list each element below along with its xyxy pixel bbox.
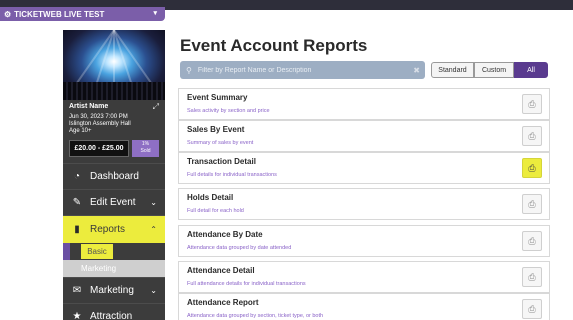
pencil-icon: ✎ <box>72 197 82 208</box>
clear-icon[interactable]: ✖ <box>413 66 420 75</box>
print-icon: ⎙ <box>528 130 536 141</box>
event-age: Age 10+ <box>69 128 92 134</box>
report-description: Full detail for each hold <box>187 208 244 214</box>
venue-selector-label: TICKETWEB LIVE TEST <box>14 9 105 19</box>
filter-standard[interactable]: Standard <box>431 62 474 78</box>
report-row[interactable]: Sales By Event Summary of sales by event ⎙ <box>178 120 550 152</box>
report-name[interactable]: Sales By Event <box>187 125 244 134</box>
sold-percentage: 1% <box>141 141 150 147</box>
report-run-button[interactable]: ⎙ <box>522 267 542 287</box>
report-description: Full attendance details for individual t… <box>187 281 306 287</box>
gear-icon: ⚙ <box>4 9 12 19</box>
report-row[interactable]: Attendance Report Attendance data grouped… <box>178 293 550 320</box>
report-run-button[interactable]: ⎙ <box>522 194 542 214</box>
event-date: Jun 30, 2023 7:00 PM <box>69 114 128 120</box>
nav-edit-event-label: Edit Event <box>90 197 136 208</box>
report-run-button[interactable]: ⎙ <box>522 126 542 146</box>
print-icon: ⎙ <box>528 271 536 282</box>
nav-dashboard-label: Dashboard <box>90 171 139 182</box>
report-run-button[interactable]: ⎙ <box>522 299 542 319</box>
sold-label: Sold <box>140 148 151 154</box>
report-name[interactable]: Attendance Detail <box>187 266 255 275</box>
nav-attraction-label: Attraction <box>90 311 133 320</box>
sidebar: Artist Name ⤢ Jun 30, 2023 7:00 PM Islin… <box>63 30 165 320</box>
print-icon: ⎙ <box>528 98 536 109</box>
nav-edit-event[interactable]: ✎ Edit Event ⌄ <box>63 189 165 215</box>
search-input[interactable] <box>197 66 398 74</box>
nav-dashboard[interactable]: ◔ Dashboard <box>63 163 165 189</box>
report-description: Attendance data grouped by date attended <box>187 245 292 251</box>
chevron-icon: ⌄ <box>150 286 157 295</box>
report-description: Attendance data grouped by section, tick… <box>187 313 324 319</box>
print-icon: ⎙ <box>528 235 536 246</box>
event-venue: Islington Assembly Hall <box>69 121 131 127</box>
print-icon: ⎙ <box>528 162 536 173</box>
report-row[interactable]: Event Summary Sales activity by section a… <box>178 88 550 120</box>
chevron-down-icon: ▾ <box>153 10 157 17</box>
report-name[interactable]: Attendance Report <box>187 298 259 307</box>
nav-reports-basic[interactable]: Basic <box>81 244 113 259</box>
report-name[interactable]: Attendance By Date <box>187 230 263 239</box>
report-run-button[interactable]: ⎙ <box>522 94 542 114</box>
print-icon: ⎙ <box>528 303 536 314</box>
search-bar: ⚲ ✖ <box>180 61 425 79</box>
artist-name: Artist Name <box>69 103 109 110</box>
print-icon: ⎙ <box>528 198 536 209</box>
filter-custom[interactable]: Custom <box>474 62 514 78</box>
report-name[interactable]: Holds Detail <box>187 193 233 202</box>
bar-chart-icon: ▮ <box>74 224 80 235</box>
star-icon: ★ <box>72 311 82 320</box>
report-description: Full details for individual transactions <box>187 172 277 178</box>
report-run-button[interactable]: ⎙ <box>522 231 542 251</box>
search-icon: ⚲ <box>186 65 192 75</box>
report-description: Sales activity by section and price <box>187 108 270 114</box>
filter-all[interactable]: All <box>514 62 548 78</box>
report-description: Summary of sales by event <box>187 140 254 146</box>
nav-attraction[interactable]: ★ Attraction <box>63 303 165 320</box>
nav-reports[interactable]: ▮ Reports ⌃ <box>63 215 165 243</box>
report-row[interactable]: Transaction Detail Full details for indiv… <box>178 152 550 184</box>
report-row[interactable]: Holds Detail Full detail for each hold ⎙ <box>178 188 550 220</box>
chevron-icon: ⌄ <box>150 198 157 207</box>
nav-reports-label: Reports <box>90 224 126 235</box>
page-title: Event Account Reports <box>180 36 368 55</box>
envelope-icon: ✉ <box>72 285 82 296</box>
sold-badge: 1% Sold <box>132 140 159 157</box>
report-row[interactable]: Attendance By Date Attendance data groupe… <box>178 225 550 257</box>
nav-marketing[interactable]: ✉ Marketing ⌄ <box>63 277 165 303</box>
report-name[interactable]: Event Summary <box>187 93 247 102</box>
report-run-button[interactable]: ⎙ <box>522 158 542 178</box>
dashboard-icon: ◔ <box>73 171 81 182</box>
venue-selector[interactable]: ⚙ TICKETWEB LIVE TEST ▾ <box>0 7 165 21</box>
price-range: £20.00 - £25.00 <box>69 140 129 157</box>
report-name[interactable]: Transaction Detail <box>187 157 256 166</box>
nav-reports-marketing[interactable]: Marketing <box>63 260 165 277</box>
nav-marketing-label: Marketing <box>90 285 134 296</box>
report-row[interactable]: Attendance Detail Full attendance details… <box>178 261 550 293</box>
event-image <box>63 30 165 100</box>
event-details: Jun 30, 2023 7:00 PM Islington Assembly … <box>69 114 164 135</box>
chevron-icon: ⌃ <box>150 225 157 234</box>
left-gutter <box>0 21 63 320</box>
active-indicator <box>63 243 70 260</box>
link-icon[interactable]: ⤢ <box>153 102 159 112</box>
